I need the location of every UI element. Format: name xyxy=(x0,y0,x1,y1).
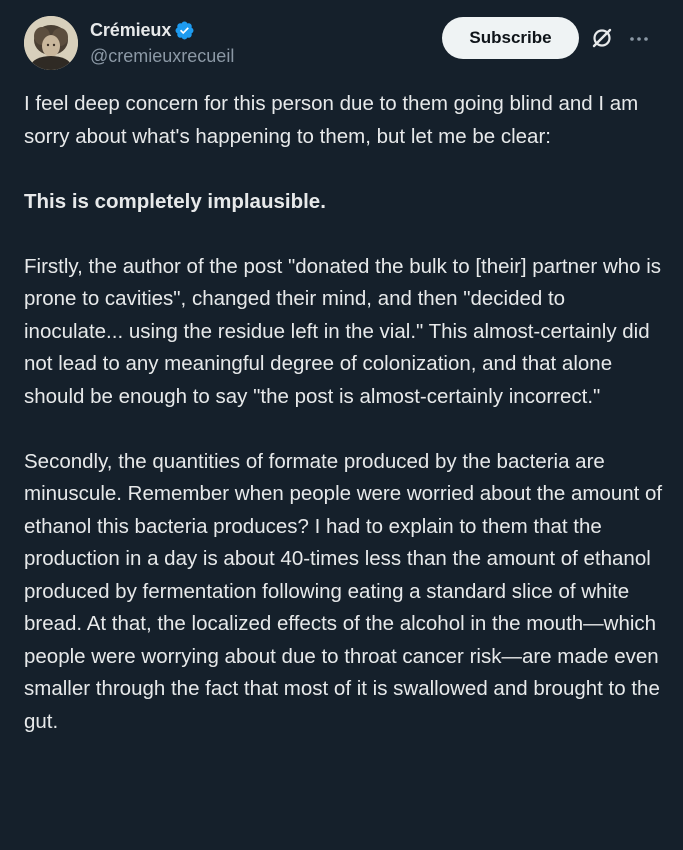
avatar[interactable] xyxy=(24,16,78,70)
grok-icon[interactable] xyxy=(590,26,614,50)
post-paragraph: Firstly, the author of the post "donated… xyxy=(24,254,662,408)
display-name-row[interactable]: Crémieux xyxy=(90,18,234,42)
post-paragraph-bold: This is completely implausible. xyxy=(24,189,326,213)
avatar-portrait xyxy=(24,16,78,70)
author-names: Crémieux @cremieuxrecueil xyxy=(90,18,234,67)
author-handle[interactable]: @cremieuxrecueil xyxy=(90,46,234,67)
display-name[interactable]: Crémieux xyxy=(90,20,171,41)
post-header: Crémieux @cremieuxrecueil Subscribe xyxy=(24,16,663,72)
post-text: I feel deep concern for this person due … xyxy=(24,88,664,771)
post: Crémieux @cremieuxrecueil Subscribe I fe… xyxy=(0,0,683,850)
post-paragraph: I feel deep concern for this person due … xyxy=(24,92,639,148)
more-icon[interactable] xyxy=(627,27,651,51)
subscribe-button[interactable]: Subscribe xyxy=(442,17,579,59)
post-paragraph: Secondly, the quantities of formate prod… xyxy=(24,449,663,733)
verified-badge-icon xyxy=(174,20,195,41)
